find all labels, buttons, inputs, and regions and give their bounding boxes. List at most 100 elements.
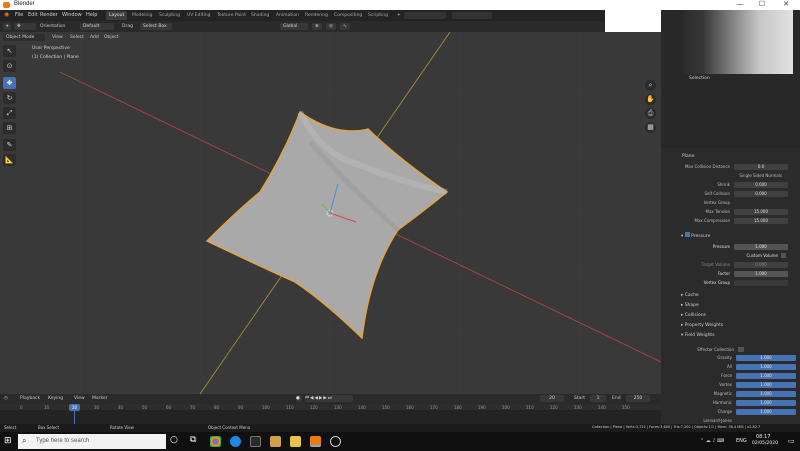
tab-uv-editing[interactable]: UV Editing <box>184 11 213 20</box>
clock-icon[interactable]: ◷ <box>4 395 8 402</box>
effector-collection-field[interactable] <box>738 347 744 352</box>
orientation-dropdown[interactable]: Default <box>80 23 114 30</box>
snap-icon[interactable]: ⊕ <box>312 23 322 30</box>
weight-field[interactable]: 1.000 <box>736 400 796 406</box>
add-workspace-button[interactable]: + <box>394 11 404 20</box>
notification-icon[interactable]: ▭ <box>788 437 795 445</box>
menu-marker[interactable]: Marker <box>92 395 108 402</box>
3d-viewport[interactable]: User Perspective (1) Collection | Plane … <box>0 32 661 394</box>
grid-view-icon[interactable]: ▦ <box>645 122 656 133</box>
menu-add[interactable]: Add <box>90 34 99 41</box>
prop-field[interactable]: 0.000 <box>734 182 788 188</box>
tab-sculpting[interactable]: Sculpting <box>156 11 183 20</box>
target-volume-field[interactable]: 0.000 <box>734 262 788 268</box>
playhead[interactable]: 20 <box>69 404 80 411</box>
tab-layout[interactable]: Layout <box>106 11 128 20</box>
prop-field[interactable]: 15.000 <box>734 218 788 224</box>
cursor-tool-icon[interactable]: ⊙ <box>3 60 16 72</box>
menu-playback[interactable]: Playback <box>20 395 40 402</box>
app-icon[interactable] <box>270 436 281 447</box>
blender-app-icon[interactable] <box>310 436 321 447</box>
prop-field[interactable]: 0.0 <box>734 164 788 170</box>
tab-shading[interactable]: Shading <box>248 11 272 20</box>
blender-menu-icon[interactable]: ◉ <box>4 11 9 18</box>
menu-keying[interactable]: Keying <box>48 395 63 402</box>
camera-icon[interactable]: ⎙ <box>645 108 656 119</box>
tab-compositing[interactable]: Compositing <box>331 11 365 20</box>
app-icon[interactable] <box>250 436 261 447</box>
menu-window[interactable]: Window <box>62 12 82 18</box>
clock-date[interactable]: 02/05/2020 <box>752 441 778 446</box>
cursor-icon[interactable]: ⌖ <box>3 23 11 30</box>
transform-tool-icon[interactable]: ⊞ <box>3 122 16 134</box>
field-weights-section[interactable]: ▾ Field Weights <box>681 333 715 338</box>
property-weights-section[interactable]: ▸ Property Weights <box>681 323 723 328</box>
timeline-area[interactable]: 20 <box>0 404 661 424</box>
multitask-icon[interactable]: ⧉ <box>190 435 196 445</box>
clock-time[interactable]: 08:17 <box>756 434 770 440</box>
outliner-item-selection[interactable]: Selection <box>689 76 710 81</box>
menu-help[interactable]: Help <box>86 12 97 18</box>
app-icon[interactable] <box>330 436 341 447</box>
weight-field[interactable]: 1.000 <box>736 355 796 361</box>
pan-hand-icon[interactable]: ✋ <box>645 94 656 105</box>
tab-texture-paint[interactable]: Texture Paint <box>214 11 249 20</box>
taskbar-search-input[interactable]: Type here to search <box>18 434 166 449</box>
measure-tool-icon[interactable]: 📐 <box>3 154 16 166</box>
rotate-tool-icon[interactable]: ↻ <box>3 92 16 104</box>
scale-tool-icon[interactable]: ⤢ <box>3 107 16 119</box>
collisions-section[interactable]: ▸ Collisions <box>681 313 706 318</box>
menu-file[interactable]: File <box>15 12 23 18</box>
select-tool-icon[interactable]: ↖ <box>3 45 16 57</box>
task-view-icon[interactable]: ○ <box>170 435 178 445</box>
pressure-field[interactable]: 1.000 <box>734 244 788 250</box>
current-frame-field[interactable]: 20 <box>540 395 564 402</box>
transform-pivot-dropdown[interactable]: Global <box>280 23 308 30</box>
minimize-button[interactable]: — <box>730 0 750 10</box>
menu-view[interactable]: View <box>52 34 63 41</box>
scene-selector[interactable] <box>404 12 446 19</box>
tab-modeling[interactable]: Modeling <box>129 11 155 20</box>
weight-field[interactable]: 1.000 <box>736 382 796 388</box>
menu-object[interactable]: Object <box>104 34 119 41</box>
menu-render[interactable]: Render <box>40 12 58 18</box>
custom-volume-checkbox[interactable] <box>781 253 786 258</box>
shape-section[interactable]: ▸ Shape <box>681 303 699 308</box>
chrome-app-icon[interactable] <box>210 436 221 447</box>
pressure-checkbox[interactable] <box>684 232 690 237</box>
falloff-icon[interactable]: ∿ <box>340 23 350 30</box>
pressure-section-header[interactable]: ▾ Pressure <box>681 232 710 239</box>
edge-app-icon[interactable] <box>230 436 241 447</box>
cache-section[interactable]: ▸ Cache <box>681 293 699 298</box>
tab-rendering[interactable]: Rendering <box>302 11 331 20</box>
language-indicator[interactable]: ENG <box>736 438 747 444</box>
vertex-group-field[interactable] <box>734 280 788 286</box>
prop-field[interactable]: 0.000 <box>734 191 788 197</box>
proportional-edit-icon[interactable]: ◎ <box>326 23 336 30</box>
view-layer-selector[interactable] <box>452 12 492 19</box>
factor-field[interactable]: 1.000 <box>734 271 788 277</box>
tray-icons[interactable]: ⌃ ☁ ♪ ⌨ <box>700 438 724 444</box>
weight-field[interactable]: 1.000 <box>736 364 796 370</box>
record-button[interactable]: ● <box>296 395 302 402</box>
start-frame-field[interactable]: 1 <box>590 395 606 402</box>
close-button[interactable]: ✕ <box>776 0 796 10</box>
weight-field[interactable]: 1.000 <box>736 373 796 379</box>
object-mode-dropdown[interactable]: Object Mode <box>3 34 45 41</box>
prop-field[interactable]: 15.000 <box>734 209 788 215</box>
weight-field[interactable]: 1.000 <box>736 409 796 415</box>
menu-timeline-view[interactable]: View <box>74 395 85 402</box>
maximize-button[interactable]: ☐ <box>752 0 772 10</box>
drag-dropdown[interactable]: Select Box <box>140 23 172 30</box>
file-explorer-icon[interactable] <box>290 436 301 447</box>
tab-scripting[interactable]: Scripting <box>365 11 391 20</box>
tab-animation[interactable]: Animation <box>273 11 302 20</box>
annotate-tool-icon[interactable]: ✎ <box>3 139 16 151</box>
transform-mode-button[interactable]: ✥ <box>14 23 36 30</box>
windows-start-icon[interactable]: ⊞ <box>4 436 12 446</box>
weight-field[interactable]: 1.000 <box>736 391 796 397</box>
menu-edit[interactable]: Edit <box>28 12 38 18</box>
zoom-icon[interactable]: ⌕ <box>645 80 656 91</box>
playback-controls[interactable]: ⏮◀◀▶▶⏭ <box>305 395 353 402</box>
move-tool-icon[interactable]: ✥ <box>3 77 16 89</box>
